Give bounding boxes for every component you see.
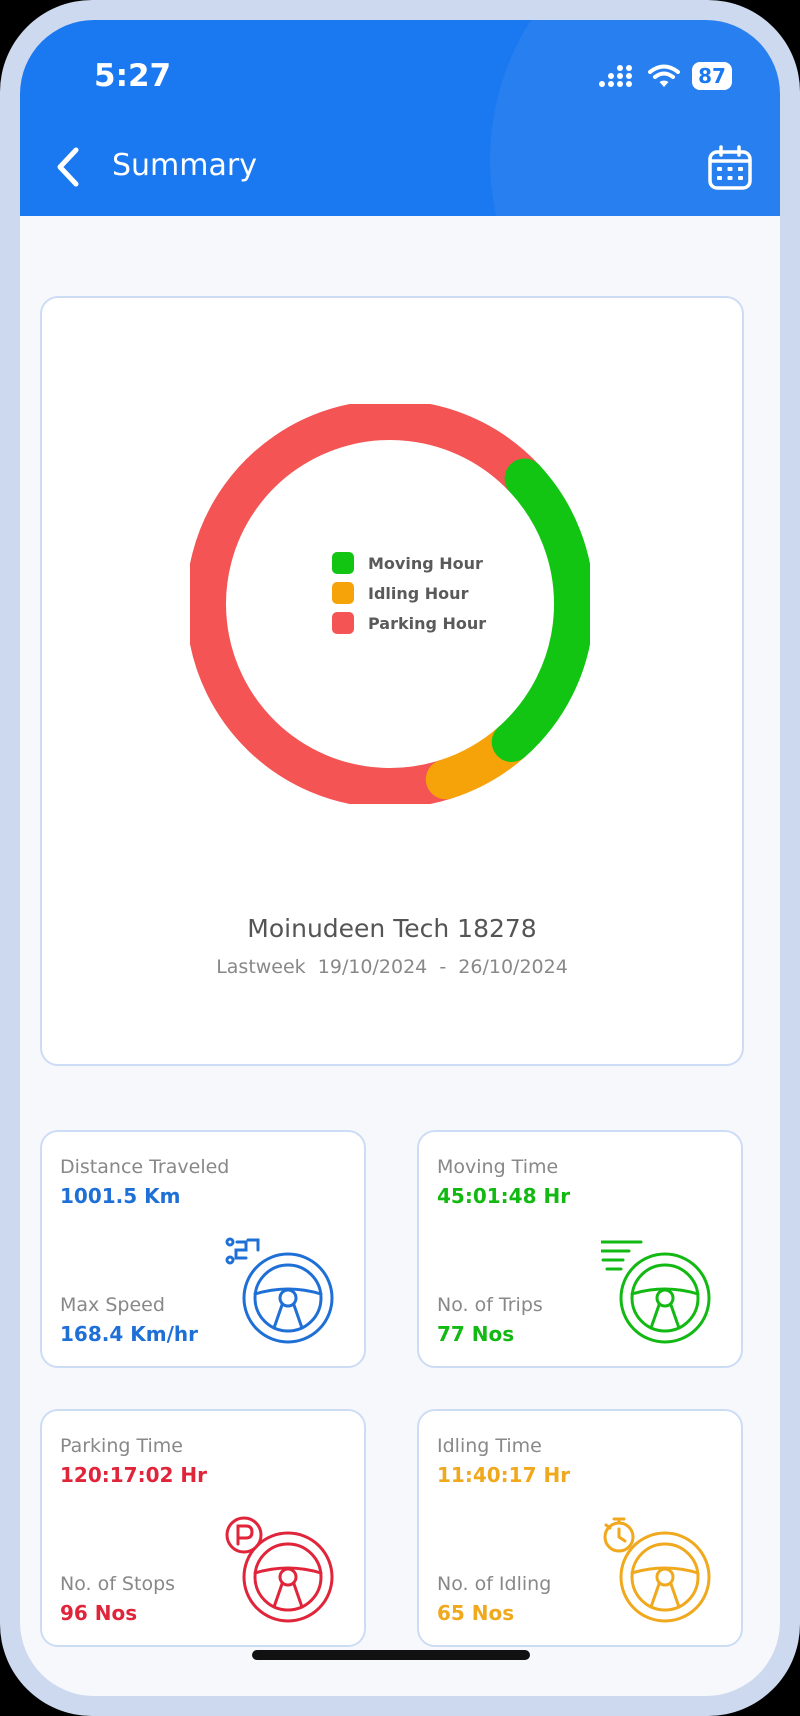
chart-legend: Moving Hour Idling Hour Parking Hour <box>332 548 486 638</box>
chevron-left-icon[interactable] <box>40 138 98 196</box>
stat-label: Idling Time <box>437 1435 542 1457</box>
calendar-icon[interactable] <box>706 144 754 192</box>
signal-icon <box>599 65 632 87</box>
stat-value: 120:17:02 Hr <box>60 1463 207 1487</box>
page-title: Summary <box>112 148 257 183</box>
legend-swatch-parking <box>332 612 354 634</box>
legend-item-parking: Parking Hour <box>332 608 486 638</box>
legend-swatch-moving <box>332 552 354 574</box>
steering-wheel-route-icon <box>225 1237 334 1344</box>
app-screen: 5:27 87 Summary Moving Hour Idling Hour … <box>20 20 780 1696</box>
stat-card-distance[interactable]: Distance Traveled 1001.5 Km Max Speed 16… <box>40 1130 366 1368</box>
stat-label: No. of Trips <box>437 1294 543 1316</box>
steering-wheel-parking-icon <box>225 1516 334 1623</box>
legend-label-moving: Moving Hour <box>368 553 483 573</box>
donut-segment-moving-hour <box>491 458 590 763</box>
stat-value: 11:40:17 Hr <box>437 1463 571 1487</box>
steering-wheel-timer-icon <box>603 1517 711 1623</box>
stat-label: Distance Traveled <box>60 1156 230 1178</box>
stat-label: Moving Time <box>437 1156 559 1178</box>
stat-value: 96 Nos <box>60 1601 138 1625</box>
stat-label: Parking Time <box>60 1435 183 1457</box>
stat-value: 65 Nos <box>437 1601 515 1625</box>
summary-chart-card: Moving Hour Idling Hour Parking Hour Moi… <box>40 296 744 1066</box>
stat-value: 168.4 Km/hr <box>60 1322 198 1346</box>
stat-value: 77 Nos <box>437 1322 515 1346</box>
date-range: Lastweek 19/10/2024 - 26/10/2024 <box>216 956 568 978</box>
legend-label-idling: Idling Hour <box>368 583 469 603</box>
status-time: 5:27 <box>94 58 172 94</box>
legend-label-parking: Parking Hour <box>368 613 487 633</box>
stat-card-parking[interactable]: Parking Time 120:17:02 Hr No. of Stops 9… <box>40 1409 366 1647</box>
legend-swatch-idling <box>332 582 354 604</box>
stat-label: No. of Idling <box>437 1573 552 1595</box>
stat-label: No. of Stops <box>60 1573 176 1595</box>
stat-card-idling[interactable]: Idling Time 11:40:17 Hr No. of Idling 65… <box>417 1409 743 1647</box>
status-icons: 87 <box>598 62 732 90</box>
legend-item-idling: Idling Hour <box>332 578 486 608</box>
battery-indicator: 87 <box>692 62 732 90</box>
vehicle-name: Moinudeen Tech 18278 <box>247 914 537 943</box>
steering-wheel-speed-icon <box>601 1240 711 1344</box>
legend-item-moving: Moving Hour <box>332 548 486 578</box>
wifi-icon <box>648 64 680 87</box>
stat-value: 1001.5 Km <box>60 1184 181 1208</box>
home-indicator[interactable] <box>252 1650 530 1660</box>
stat-card-moving[interactable]: Moving Time 45:01:48 Hr No. of Trips 77 … <box>417 1130 743 1368</box>
app-header: 5:27 87 Summary <box>20 20 780 216</box>
stat-value: 45:01:48 Hr <box>437 1184 571 1208</box>
phone-frame: 5:27 87 Summary Moving Hour Idling Hour … <box>0 0 800 1716</box>
stat-label: Max Speed <box>60 1294 165 1316</box>
